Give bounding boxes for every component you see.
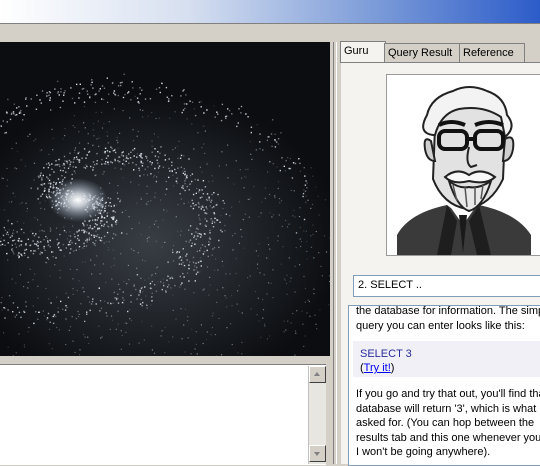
tab-guru[interactable]: Guru bbox=[340, 41, 386, 63]
galaxy-graphic bbox=[0, 42, 330, 356]
lesson-line: If you go and try that out, you'll find … bbox=[356, 387, 540, 402]
tab-reference[interactable]: Reference bbox=[459, 43, 525, 62]
lesson-line: the database for information. The simp bbox=[356, 305, 540, 319]
lesson-line: I won't be going anywhere). bbox=[356, 445, 540, 460]
code-example: SELECT 3 (Try it!) bbox=[353, 341, 540, 377]
lesson-content: the database for information. The simp q… bbox=[356, 305, 540, 460]
try-it-link[interactable]: Try it! bbox=[364, 362, 391, 374]
guru-portrait bbox=[386, 74, 540, 256]
editor-scrollbar[interactable] bbox=[308, 366, 326, 464]
tab-query-result[interactable]: Query Result bbox=[384, 43, 463, 62]
galaxy-image bbox=[0, 42, 330, 356]
scroll-down-button[interactable] bbox=[309, 445, 326, 462]
guru-avatar-icon bbox=[387, 75, 540, 255]
lesson-line: asked for. (You can hop between the bbox=[356, 416, 540, 431]
lesson-line: query you can enter looks like this: bbox=[356, 319, 540, 334]
sql-editor[interactable] bbox=[0, 364, 326, 465]
title-bar bbox=[0, 0, 540, 23]
lesson-dropdown[interactable]: 2. SELECT .. bbox=[353, 275, 540, 297]
scroll-up-button[interactable] bbox=[309, 366, 326, 383]
toolbar-band bbox=[0, 24, 333, 42]
lesson-text-panel[interactable]: the database for information. The simp q… bbox=[348, 305, 540, 466]
lesson-line: database will return '3', which is what bbox=[356, 402, 540, 417]
pane-splitter[interactable] bbox=[333, 42, 337, 464]
lesson-dropdown-value: 2. SELECT .. bbox=[358, 279, 422, 291]
lesson-line: results tab and this one whenever you bbox=[356, 431, 540, 446]
try-close-paren: ) bbox=[391, 362, 395, 374]
sql-example: SELECT 3 bbox=[360, 347, 540, 361]
